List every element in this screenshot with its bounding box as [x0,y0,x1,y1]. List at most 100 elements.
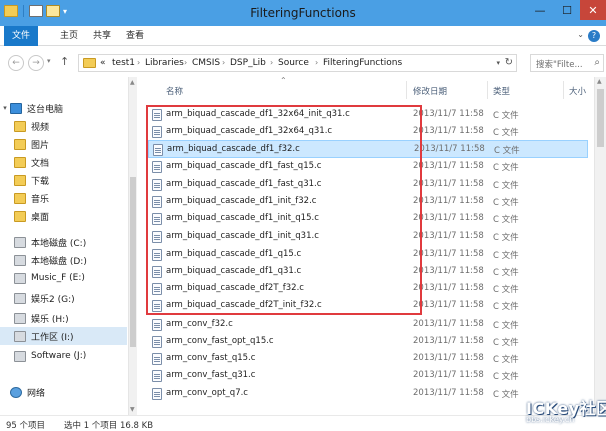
nav-item-downloads[interactable]: 下载 [0,171,127,189]
tab-share[interactable]: 共享 [85,26,119,46]
expand-ribbon-icon[interactable]: ⌄ [577,30,584,39]
file-name: arm_biquad_cascade_df1_init_f32.c [166,196,317,206]
search-icon[interactable]: ⌕ [594,57,600,68]
collapse-icon[interactable]: ▾ [0,104,10,112]
table-row[interactable]: arm_biquad_cascade_df1_fast_q15.c 2013/11… [148,158,588,176]
nav-item-drive-e[interactable]: Music_F (E:) [0,269,127,287]
recent-locations-icon[interactable]: ▾ [47,57,51,65]
table-row[interactable]: arm_biquad_cascade_df1_32x64_q31.c 2013/1… [148,123,588,141]
table-row-selected[interactable]: arm_biquad_cascade_df1_f32.c 2013/11/7 11… [148,140,588,158]
forward-button[interactable]: → [28,55,44,71]
nav-item-videos[interactable]: 视频 [0,117,127,135]
column-header: ⌃ 名称 修改日期 类型 大小 [138,77,594,101]
column-date[interactable]: 修改日期 [413,85,447,97]
tab-view[interactable]: 查看 [118,26,152,46]
chevron-right-icon[interactable]: › [222,58,225,67]
table-row[interactable]: arm_conv_fast_q15.c 2013/11/7 11:58 C 文件 [148,350,588,368]
nav-item-drive-d[interactable]: 本地磁盘 (D:) [0,251,127,269]
nav-item-desktop[interactable]: 桌面 [0,207,127,225]
watermark: ICKey社区 bbs.ickey.cn [520,395,606,429]
table-row[interactable]: arm_biquad_cascade_df1_q31.c 2013/11/7 11… [148,263,588,281]
scrollbar-thumb[interactable] [597,89,604,147]
tab-home[interactable]: 主页 [52,26,86,46]
c-file-icon [152,126,162,138]
nav-item-drive-j[interactable]: Software (J:) [0,347,127,365]
file-type: C 文件 [493,302,519,312]
table-row[interactable]: arm_conv_fast_q31.c 2013/11/7 11:58 C 文件 [148,367,588,385]
table-row[interactable]: arm_biquad_cascade_df2T_init_f32.c 2013/1… [148,297,588,315]
scroll-down-icon[interactable]: ▼ [130,406,135,413]
tab-file[interactable]: 文件 [4,26,38,46]
chevron-right-icon[interactable]: › [137,58,140,67]
nav-label: 图片 [31,140,50,151]
c-file-icon [152,266,162,278]
breadcrumb-item[interactable]: CMSIS [192,58,220,68]
refresh-icon[interactable]: ↻ [505,57,513,68]
column-divider[interactable] [487,81,488,99]
maximize-button[interactable]: ☐ [554,0,580,20]
nav-item-music[interactable]: 音乐 [0,189,127,207]
column-name[interactable]: 名称 [166,85,183,97]
drive-icon [14,254,26,266]
chevron-right-icon[interactable]: › [270,58,273,67]
table-row[interactable]: arm_conv_f32.c 2013/11/7 11:58 C 文件 [148,316,588,334]
scroll-up-icon[interactable]: ▲ [130,79,135,86]
nav-item-drive-h[interactable]: 娱乐 (H:) [0,309,127,327]
column-type[interactable]: 类型 [493,85,510,97]
file-type: C 文件 [493,128,519,138]
c-file-icon [153,144,163,156]
file-date: 2013/11/7 11:58 [413,353,484,363]
minimize-button[interactable]: — [526,0,554,20]
scroll-up-icon[interactable]: ▲ [597,78,602,85]
nav-item-network[interactable]: 网络 [0,383,127,401]
address-dropdown-icon[interactable]: ▾ [496,59,500,67]
chevron-right-icon[interactable]: › [315,58,318,67]
breadcrumb-item[interactable]: Libraries [145,58,184,68]
file-name: arm_biquad_cascade_df1_32x64_q31.c [166,126,333,136]
network-icon [10,386,22,398]
nav-item-documents[interactable]: 文档 [0,153,127,171]
file-date: 2013/11/7 11:58 [413,196,484,206]
table-row[interactable]: arm_biquad_cascade_df1_fast_q31.c 2013/11… [148,176,588,194]
address-bar[interactable]: « test1 › Libraries › CMSIS › DSP_Lib › … [78,54,517,72]
file-date: 2013/11/7 11:58 [413,300,484,310]
file-name: arm_conv_fast_q31.c [166,370,256,380]
table-row[interactable]: arm_conv_fast_opt_q15.c 2013/11/7 11:58 C … [148,333,588,351]
table-row[interactable]: arm_biquad_cascade_df1_init_q15.c 2013/11… [148,210,588,228]
nav-item-drive-c[interactable]: 本地磁盘 (C:) [0,233,127,251]
table-row[interactable]: arm_biquad_cascade_df1_q15.c 2013/11/7 11… [148,246,588,264]
nav-item-drive-g[interactable]: 娱乐2 (G:) [0,289,127,307]
breadcrumb-overflow[interactable]: « [100,58,106,68]
nav-item-this-pc[interactable]: ▾ 这台电脑 [0,99,127,117]
nav-scrollbar[interactable]: ▲ ▼ [128,77,137,415]
file-type: C 文件 [493,268,519,278]
scrollbar-thumb[interactable] [130,177,136,347]
breadcrumb-item[interactable]: FilteringFunctions [323,58,402,68]
file-date: 2013/11/7 11:58 [413,266,484,276]
breadcrumb-item[interactable]: Source [278,58,309,68]
chevron-right-icon[interactable]: › [184,58,187,67]
nav-item-pictures[interactable]: 图片 [0,135,127,153]
nav-item-drive-i[interactable]: 工作区 (I:) [0,327,127,345]
table-row[interactable]: arm_biquad_cascade_df1_init_f32.c 2013/11… [148,193,588,211]
file-list-scrollbar[interactable]: ▲ [594,77,606,415]
file-date: 2013/11/7 11:58 [413,388,484,398]
folder-icon [83,58,96,68]
column-size[interactable]: 大小 [569,85,586,97]
file-type: C 文件 [493,372,519,382]
table-row[interactable]: arm_biquad_cascade_df1_32x64_init_q31.c 2… [148,106,588,124]
file-date: 2013/11/7 11:58 [414,144,485,154]
file-date: 2013/11/7 11:58 [413,336,484,346]
table-row[interactable]: arm_biquad_cascade_df2T_f32.c 2013/11/7 1… [148,280,588,298]
up-icon[interactable]: ↑ [60,55,69,68]
breadcrumb-item[interactable]: test1 [112,58,135,68]
close-button[interactable]: ✕ [580,0,606,20]
column-divider[interactable] [406,81,407,99]
help-icon[interactable]: ? [588,30,600,42]
column-divider[interactable] [563,81,564,99]
search-box[interactable]: 搜索"Filte... ⌕ [530,54,604,72]
back-button[interactable]: ← [8,55,24,71]
file-type: C 文件 [494,146,520,156]
table-row[interactable]: arm_biquad_cascade_df1_init_q31.c 2013/11… [148,228,588,246]
breadcrumb-item[interactable]: DSP_Lib [230,58,266,68]
